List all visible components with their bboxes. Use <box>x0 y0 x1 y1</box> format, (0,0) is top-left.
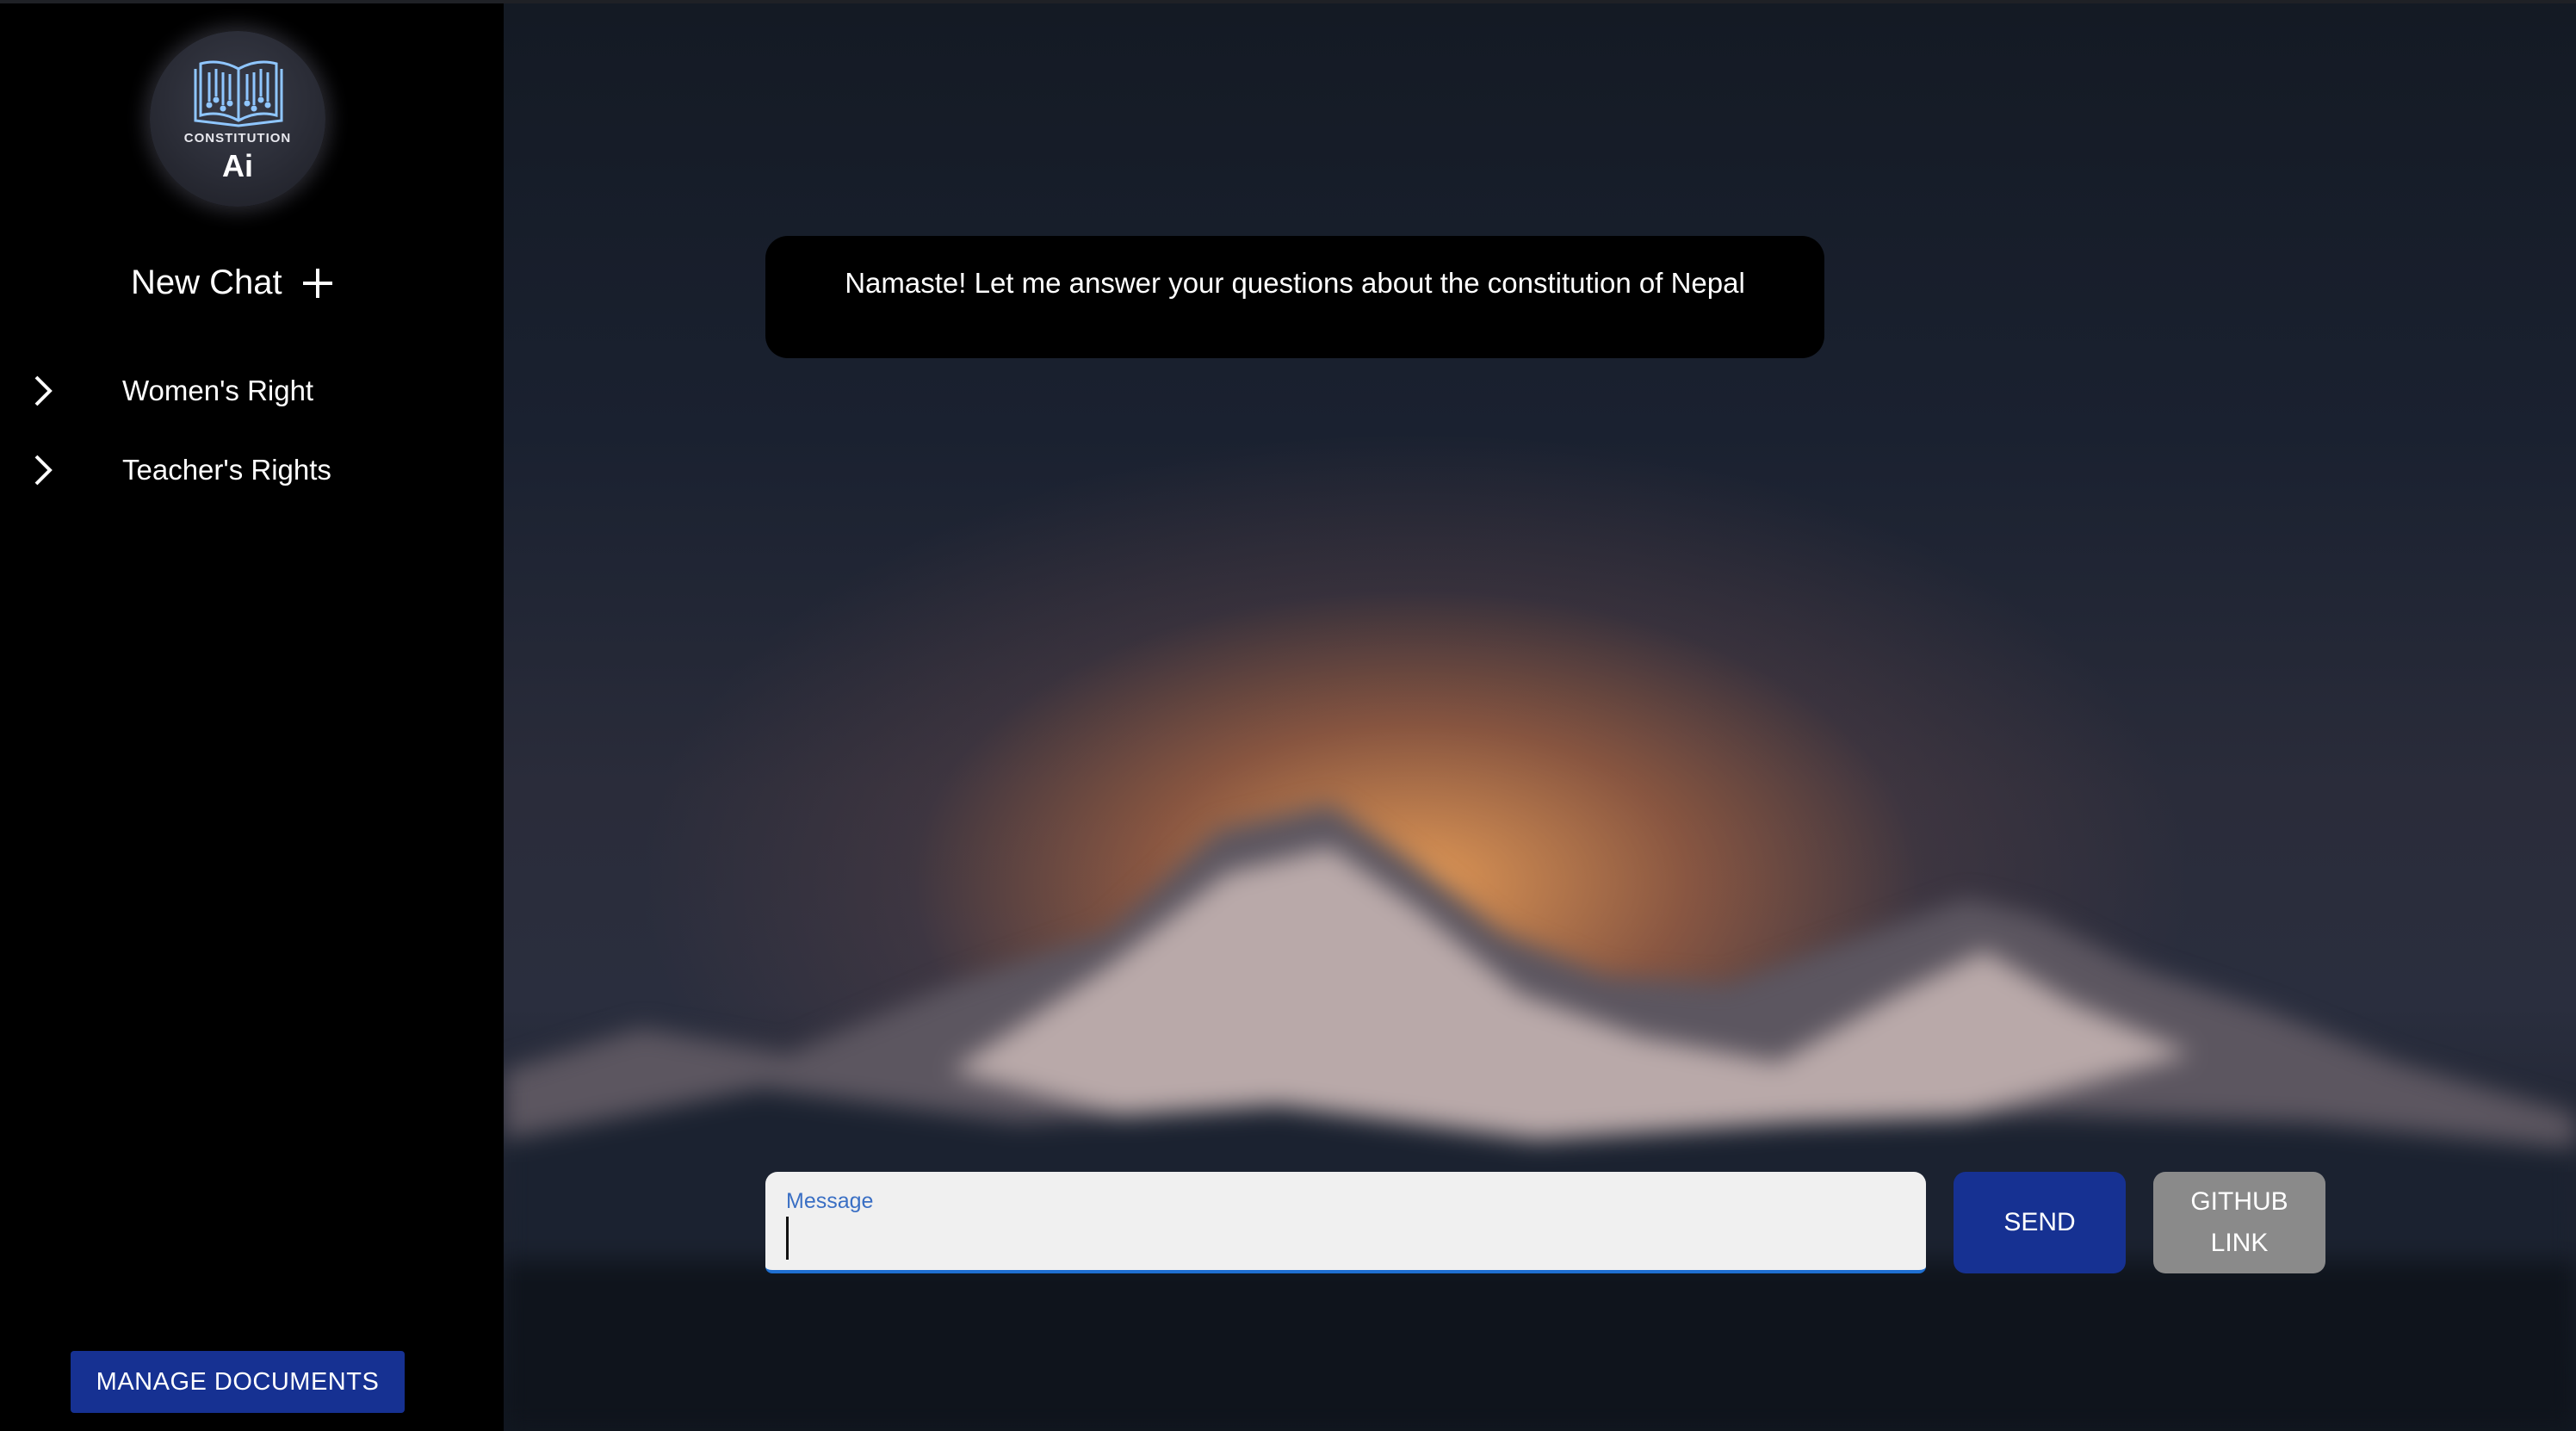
chat-main-area: Namaste! Let me answer your questions ab… <box>504 3 2576 1431</box>
sidebar-item-label: Women's Right <box>122 375 314 406</box>
message-input[interactable] <box>786 1217 1904 1260</box>
new-chat-label: New Chat <box>131 263 282 301</box>
plus-icon <box>302 268 332 298</box>
sidebar-item-label: Teacher's Rights <box>122 454 331 486</box>
sidebar-item-womens-right[interactable]: Women's Right <box>26 374 313 408</box>
manage-documents-button[interactable]: MANAGE DOCUMENTS <box>71 1351 405 1413</box>
message-field-label: Message <box>786 1189 874 1213</box>
message-field[interactable]: Message <box>765 1172 1926 1273</box>
send-button[interactable]: SEND <box>1954 1172 2126 1273</box>
app-root: CONSTITUTION Ai New Chat Women's Right T… <box>0 0 2576 1431</box>
assistant-message-text: Namaste! Let me answer your questions ab… <box>845 267 1745 299</box>
assistant-message-bubble: Namaste! Let me answer your questions ab… <box>765 236 1824 358</box>
chevron-right-icon <box>34 375 53 406</box>
new-chat-button[interactable]: New Chat <box>131 263 332 302</box>
logo-ai-text: Ai <box>222 148 253 183</box>
sidebar: CONSTITUTION Ai New Chat Women's Right T… <box>0 3 504 1431</box>
github-link-button[interactable]: GITHUB LINK <box>2153 1172 2325 1273</box>
book-circuit-icon <box>194 60 283 127</box>
logo-wordmark: CONSTITUTION <box>183 131 292 146</box>
sidebar-item-teachers-rights[interactable]: Teacher's Rights <box>26 453 331 487</box>
chevron-right-icon <box>34 455 53 486</box>
constitution-ai-logo: CONSTITUTION Ai <box>150 31 325 207</box>
